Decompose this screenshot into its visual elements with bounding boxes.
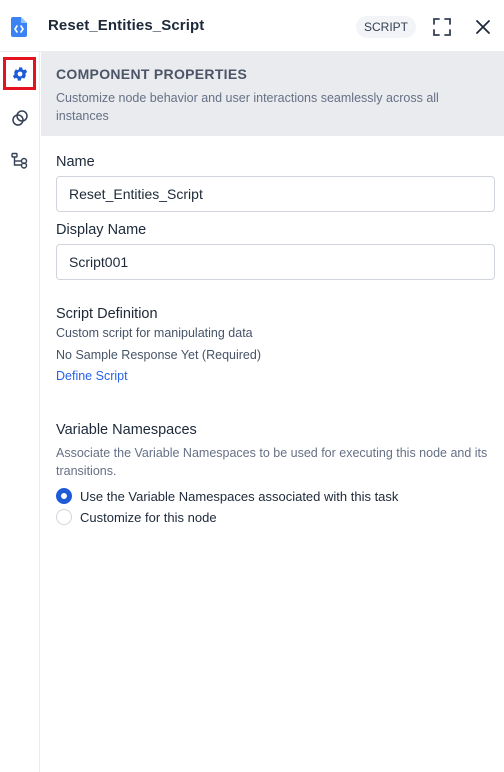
side-rail [0, 52, 40, 772]
namespace-option-task[interactable]: Use the Variable Namespaces associated w… [56, 487, 398, 505]
sample-response-status: No Sample Response Yet (Required) [56, 348, 261, 362]
namespace-option-label: Use the Variable Namespaces associated w… [80, 488, 399, 504]
node-type-badge: SCRIPT [356, 16, 417, 38]
expand-icon[interactable] [433, 18, 451, 36]
name-label: Name [56, 154, 95, 170]
namespace-option-customize[interactable]: Customize for this node [56, 508, 217, 526]
branch-flow-icon [11, 152, 28, 169]
define-script-link[interactable]: Define Script [56, 369, 128, 383]
properties-panel: COMPONENT PROPERTIES Customize node beha… [41, 52, 504, 772]
script-definition-description: Custom script for manipulating data [56, 326, 253, 340]
section-header: COMPONENT PROPERTIES Customize node beha… [41, 52, 504, 136]
node-title: Reset_Entities_Script [48, 17, 205, 34]
section-heading: COMPONENT PROPERTIES [56, 66, 248, 82]
section-subheading: Customize node behavior and user interac… [56, 91, 439, 123]
rail-item-settings[interactable] [3, 57, 36, 90]
namespace-option-label: Customize for this node [80, 509, 217, 525]
display-name-label: Display Name [56, 222, 147, 238]
gear-icon [12, 66, 27, 81]
display-name-field[interactable]: Script001 [56, 244, 495, 280]
radio-unselected[interactable] [56, 509, 72, 525]
variable-namespaces-title: Variable Namespaces [56, 422, 197, 438]
close-icon[interactable] [474, 18, 492, 36]
script-definition-title: Script Definition [56, 306, 158, 322]
radio-selected[interactable] [56, 488, 72, 504]
script-file-icon [11, 17, 27, 37]
name-field[interactable]: Reset_Entities_Script [56, 176, 495, 212]
variable-namespaces-description: Associate the Variable Namespaces to be … [56, 446, 488, 478]
panel-header: Reset_Entities_Script SCRIPT [0, 0, 504, 52]
link-circles-icon [12, 110, 28, 126]
rail-item-transitions[interactable] [4, 145, 36, 177]
rail-item-connections[interactable] [4, 102, 36, 134]
